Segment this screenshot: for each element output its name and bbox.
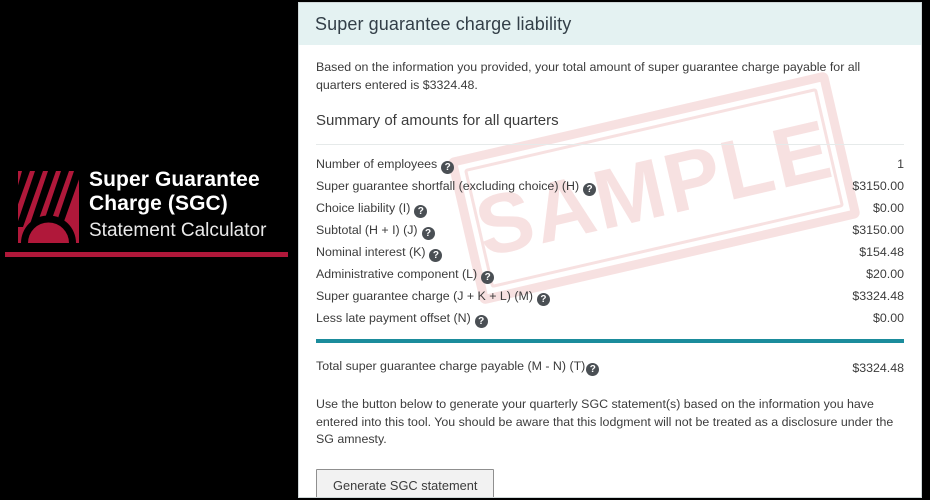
row-label-text: Choice liability (I) <box>316 201 411 215</box>
row-value-cell: $3150.00 <box>852 179 904 193</box>
outro-paragraph: Use the button below to generate your qu… <box>316 397 894 446</box>
row-label-cell: Super guarantee shortfall (excluding cho… <box>316 175 812 197</box>
row-label-text: Administrative component (L) <box>316 267 478 281</box>
help-circle-icon[interactable]: ? <box>441 161 455 174</box>
table-row: Super guarantee charge (J + K + L) (M)? $… <box>316 285 904 307</box>
summary-heading: Summary of amounts for all quarters <box>316 112 559 129</box>
help-circle-icon[interactable]: ? <box>481 271 495 284</box>
brand-text-block: Super Guarantee Charge (SGC) Statement C… <box>89 168 266 243</box>
brand-accent-rule <box>5 252 288 257</box>
intro-paragraph: Based on the information you provided, y… <box>316 60 861 92</box>
help-circle-icon[interactable]: ? <box>583 183 597 196</box>
row-label-text: Super guarantee shortfall (excluding cho… <box>316 179 580 193</box>
row-label-text: Nominal interest (K) <box>316 245 426 259</box>
row-label-cell: Administrative component (L)? <box>316 263 812 285</box>
help-circle-icon[interactable]: ? <box>414 205 428 218</box>
table-row: Number of employees? 1 <box>316 153 904 175</box>
help-circle-icon[interactable]: ? <box>474 315 488 328</box>
brand-title-line-2: Charge (SGC) <box>89 192 228 215</box>
row-label-text: Number of employees <box>316 157 438 171</box>
row-value-cell: $3324.48 <box>852 289 904 303</box>
row-label-text: Super guarantee charge (J + K + L) (M) <box>316 289 533 303</box>
total-row: Total super guarantee charge payable (M … <box>316 359 904 376</box>
generate-sgc-statement-button[interactable]: Generate SGC statement <box>316 468 495 497</box>
total-separator-rule <box>316 339 904 343</box>
row-label-text: Less late payment offset (N) <box>316 311 471 325</box>
row-value-cell: $154.48 <box>859 245 904 259</box>
panel-header: Super guarantee charge liability <box>299 3 921 45</box>
summary-table: Number of employees? 1 Super guarantee sho… <box>316 153 904 329</box>
summary-table-body: Number of employees? 1 Super guarantee sho… <box>316 153 904 329</box>
row-label-cell: Less late payment offset (N)? <box>316 307 812 329</box>
brand-lockup: Super Guarantee Charge (SGC) Statement C… <box>12 168 266 243</box>
sgc-liability-panel: Super guarantee charge liability SAMPLE … <box>298 2 922 498</box>
row-value-cell: 1 <box>897 157 904 171</box>
panel-body: Based on the information you provided, y… <box>299 45 921 497</box>
brand-panel: Super Guarantee Charge (SGC) Statement C… <box>0 0 297 500</box>
row-label-cell: Super guarantee charge (J + K + L) (M)? <box>316 285 812 307</box>
row-label-cell: Number of employees? <box>316 153 812 175</box>
summary-divider <box>316 144 904 145</box>
help-circle-icon[interactable]: ? <box>536 293 550 306</box>
row-label-text: Subtotal (H + I) (J) <box>316 223 418 237</box>
table-row: Choice liability (I)? $0.00 <box>316 197 904 219</box>
table-row: Super guarantee shortfall (excluding cho… <box>316 175 904 197</box>
total-value: $3324.48 <box>852 360 904 375</box>
row-value-cell: $3150.00 <box>852 223 904 237</box>
table-row: Nominal interest (K)? $154.48 <box>316 241 904 263</box>
row-value-cell: $20.00 <box>866 267 904 281</box>
help-circle-icon[interactable]: ? <box>429 249 443 262</box>
row-label-cell: Choice liability (I)? <box>316 197 812 219</box>
help-circle-icon[interactable]: ? <box>421 227 435 240</box>
row-label-cell: Subtotal (H + I) (J)? <box>316 219 812 241</box>
brand-title-line-1: Super Guarantee <box>89 168 260 191</box>
row-value-cell: $0.00 <box>872 311 904 325</box>
table-row: Less late payment offset (N)? $0.00 <box>316 307 904 329</box>
total-label: Total super guarantee charge payable (M … <box>316 359 600 376</box>
table-row: Administrative component (L)? $20.00 <box>316 263 904 285</box>
sunrise-stripes-logo-icon <box>12 171 82 243</box>
table-row: Subtotal (H + I) (J)? $3150.00 <box>316 219 904 241</box>
page-title: Super guarantee charge liability <box>315 13 572 34</box>
row-label-cell: Nominal interest (K)? <box>316 241 812 263</box>
help-circle-icon[interactable]: ? <box>586 363 600 376</box>
brand-subtitle: Statement Calculator <box>89 220 267 241</box>
row-value-cell: $0.00 <box>872 201 904 215</box>
total-label-text: Total super guarantee charge payable (M … <box>316 359 586 373</box>
